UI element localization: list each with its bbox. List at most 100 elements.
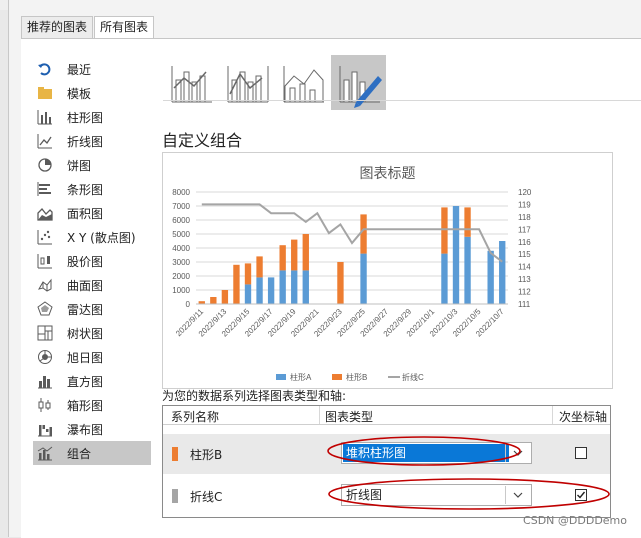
line-chart-icon — [37, 133, 53, 149]
sidebar-item-label: 折线图 — [67, 134, 104, 149]
y-tick-label: 8000 — [172, 188, 190, 197]
series-row-b[interactable]: 柱形B 堆积柱形图 — [163, 434, 610, 474]
legend-label: 柱形A — [290, 372, 312, 382]
checkmark-icon — [577, 491, 586, 499]
bar-series-a — [452, 206, 460, 304]
sidebar-item-label: 雷达图 — [67, 302, 104, 317]
header-series-name: 系列名称 — [171, 410, 220, 424]
bar-series-a — [487, 250, 494, 304]
sidebar-item-combo-chart[interactable]: 组合 — [33, 441, 151, 465]
sidebar-item-label: 模板 — [67, 86, 92, 101]
sidebar-item-folder[interactable]: 模板 — [33, 81, 151, 105]
sidebar-item-line-chart[interactable]: 折线图 — [33, 129, 151, 153]
chart-preview: 图表标题 0 1000 2000 3000 4000 5000 6000 7000 8000 11… — [162, 152, 613, 389]
sidebar-item-treemap-chart[interactable]: 树状图 — [33, 321, 151, 345]
watermark: CSDN @DDDDemo — [523, 514, 627, 527]
sidebar-item-column-chart[interactable]: 柱形图 — [33, 105, 151, 129]
sidebar-item-label: 组合 — [67, 446, 92, 461]
sidebar-item-bar-chart[interactable]: 条形图 — [33, 177, 151, 201]
header-secondary-axis: 次坐标轴 — [559, 410, 608, 424]
chart-type-select[interactable]: 堆积柱形图 — [341, 442, 532, 464]
y2-tick-label: 118 — [518, 213, 531, 222]
sidebar-item-label: 最近 — [67, 62, 92, 77]
y-tick-label: 3000 — [172, 258, 190, 267]
radar-chart-icon — [37, 301, 53, 317]
bar-series-b — [244, 263, 252, 285]
waterfall-chart-icon — [37, 421, 53, 437]
y-tick-label: 5000 — [172, 230, 190, 239]
series-name: 柱形B — [190, 448, 223, 462]
bar-series-b — [464, 207, 471, 237]
sunburst-chart-icon — [37, 349, 53, 365]
combo-chart-icon — [37, 445, 53, 461]
sidebar-item-radar-chart[interactable]: 雷达图 — [33, 297, 151, 321]
pie-chart-icon — [37, 157, 53, 173]
tab-recommended-charts[interactable]: 推荐的图表 — [21, 16, 94, 38]
y2-tick-label: 112 — [518, 288, 531, 297]
y-tick-label: 1000 — [172, 286, 190, 295]
chart-type-select[interactable]: 折线图 — [341, 484, 532, 506]
y2-tick-label: 119 — [518, 200, 531, 209]
chevron-down-icon[interactable] — [505, 486, 530, 504]
sidebar-item-surface-chart[interactable]: 曲面图 — [33, 273, 151, 297]
sidebar-item-label: 面积图 — [67, 206, 104, 221]
secondary-axis-checkbox[interactable] — [575, 489, 587, 501]
stacked-area-clustered-column-icon[interactable] — [275, 55, 330, 110]
sidebar-item-sunburst-chart[interactable]: 旭日图 — [33, 345, 151, 369]
y-tick-label: 7000 — [172, 202, 190, 211]
column-chart-icon — [37, 109, 53, 125]
sidebar-item-label: 瀑布图 — [67, 422, 104, 437]
header-chart-type: 图表类型 — [325, 410, 374, 424]
bar-series-a — [302, 270, 309, 304]
sidebar-item-label: 树状图 — [67, 326, 104, 341]
series-table-header: 系列名称 图表类型 次坐标轴 — [163, 406, 610, 425]
bar-series-a — [360, 253, 367, 304]
series-color-swatch — [172, 447, 178, 461]
preview-chart: 0 1000 2000 3000 4000 5000 6000 7000 8000 111 112 1… — [172, 188, 532, 382]
subtype-heading: 自定义组合 — [162, 131, 243, 150]
bar-series-a — [499, 241, 506, 304]
bar-series-b — [360, 214, 367, 254]
sidebar-item-waterfall-chart[interactable]: 瀑布图 — [33, 417, 151, 441]
histogram-chart-icon — [37, 373, 53, 389]
y2-tick-label: 117 — [518, 225, 531, 234]
clustered-column-line-icon[interactable] — [163, 55, 218, 110]
chart-category-list: 最近模板柱形图折线图饼图条形图面积图 X Y (散点图) 股价图 曲面图雷达图树状图旭… — [33, 57, 151, 465]
bar-series-b — [291, 239, 298, 271]
bar-series-b — [233, 264, 240, 304]
series-color-swatch — [172, 489, 178, 503]
change-chart-type-dialog: 推荐的图表 所有图表 最近 模板 柱形图 折线图 饼图 条形图 面积图 X Y (散点图) 股价… — [8, 0, 641, 538]
clustered-column-line-secondary-axis-icon[interactable] — [219, 55, 274, 110]
y-tick-label: 2000 — [172, 272, 190, 281]
column-divider — [319, 406, 320, 424]
sidebar-item-recent[interactable]: 最近 — [33, 57, 151, 81]
sidebar-item-boxplot-chart[interactable]: 箱形图 — [33, 393, 151, 417]
y2-tick-label: 113 — [518, 275, 531, 284]
custom-combination-icon[interactable] — [331, 55, 386, 110]
sidebar-item-label: 箱形图 — [67, 398, 104, 413]
sidebar-item-label: 柱形图 — [67, 110, 104, 125]
bar-series-a — [256, 277, 263, 304]
sidebar-item-pie-chart[interactable]: 饼图 — [33, 153, 151, 177]
scatter-chart-icon — [37, 229, 53, 245]
bar-series-a — [291, 270, 298, 304]
sidebar-item-histogram-chart[interactable]: 直方图 — [33, 369, 151, 393]
y2-tick-label: 111 — [518, 300, 531, 309]
sidebar-item-scatter-chart[interactable]: X Y (散点图) — [33, 225, 151, 249]
sidebar-item-area-chart[interactable]: 面积图 — [33, 201, 151, 225]
legend-swatch — [332, 374, 342, 380]
bar-series-a — [267, 277, 275, 304]
bar-series-b — [337, 262, 344, 304]
y-tick-label: 0 — [186, 300, 191, 309]
secondary-axis-checkbox[interactable] — [575, 447, 587, 459]
chart-type-value: 折线图 — [346, 488, 383, 502]
y2-tick-label: 114 — [518, 263, 531, 272]
series-row-c[interactable]: 折线C 折线图 — [163, 476, 610, 516]
sidebar-item-label: 条形图 — [67, 182, 104, 197]
stock-chart-icon — [37, 253, 53, 269]
chart-type-value: 堆积柱形图 — [343, 444, 509, 462]
sidebar-item-stock-chart[interactable]: 股价图 — [33, 249, 151, 273]
chevron-down-icon[interactable] — [505, 444, 530, 462]
tab-all-charts[interactable]: 所有图表 — [94, 16, 155, 39]
y-tick-label: 6000 — [172, 216, 190, 225]
